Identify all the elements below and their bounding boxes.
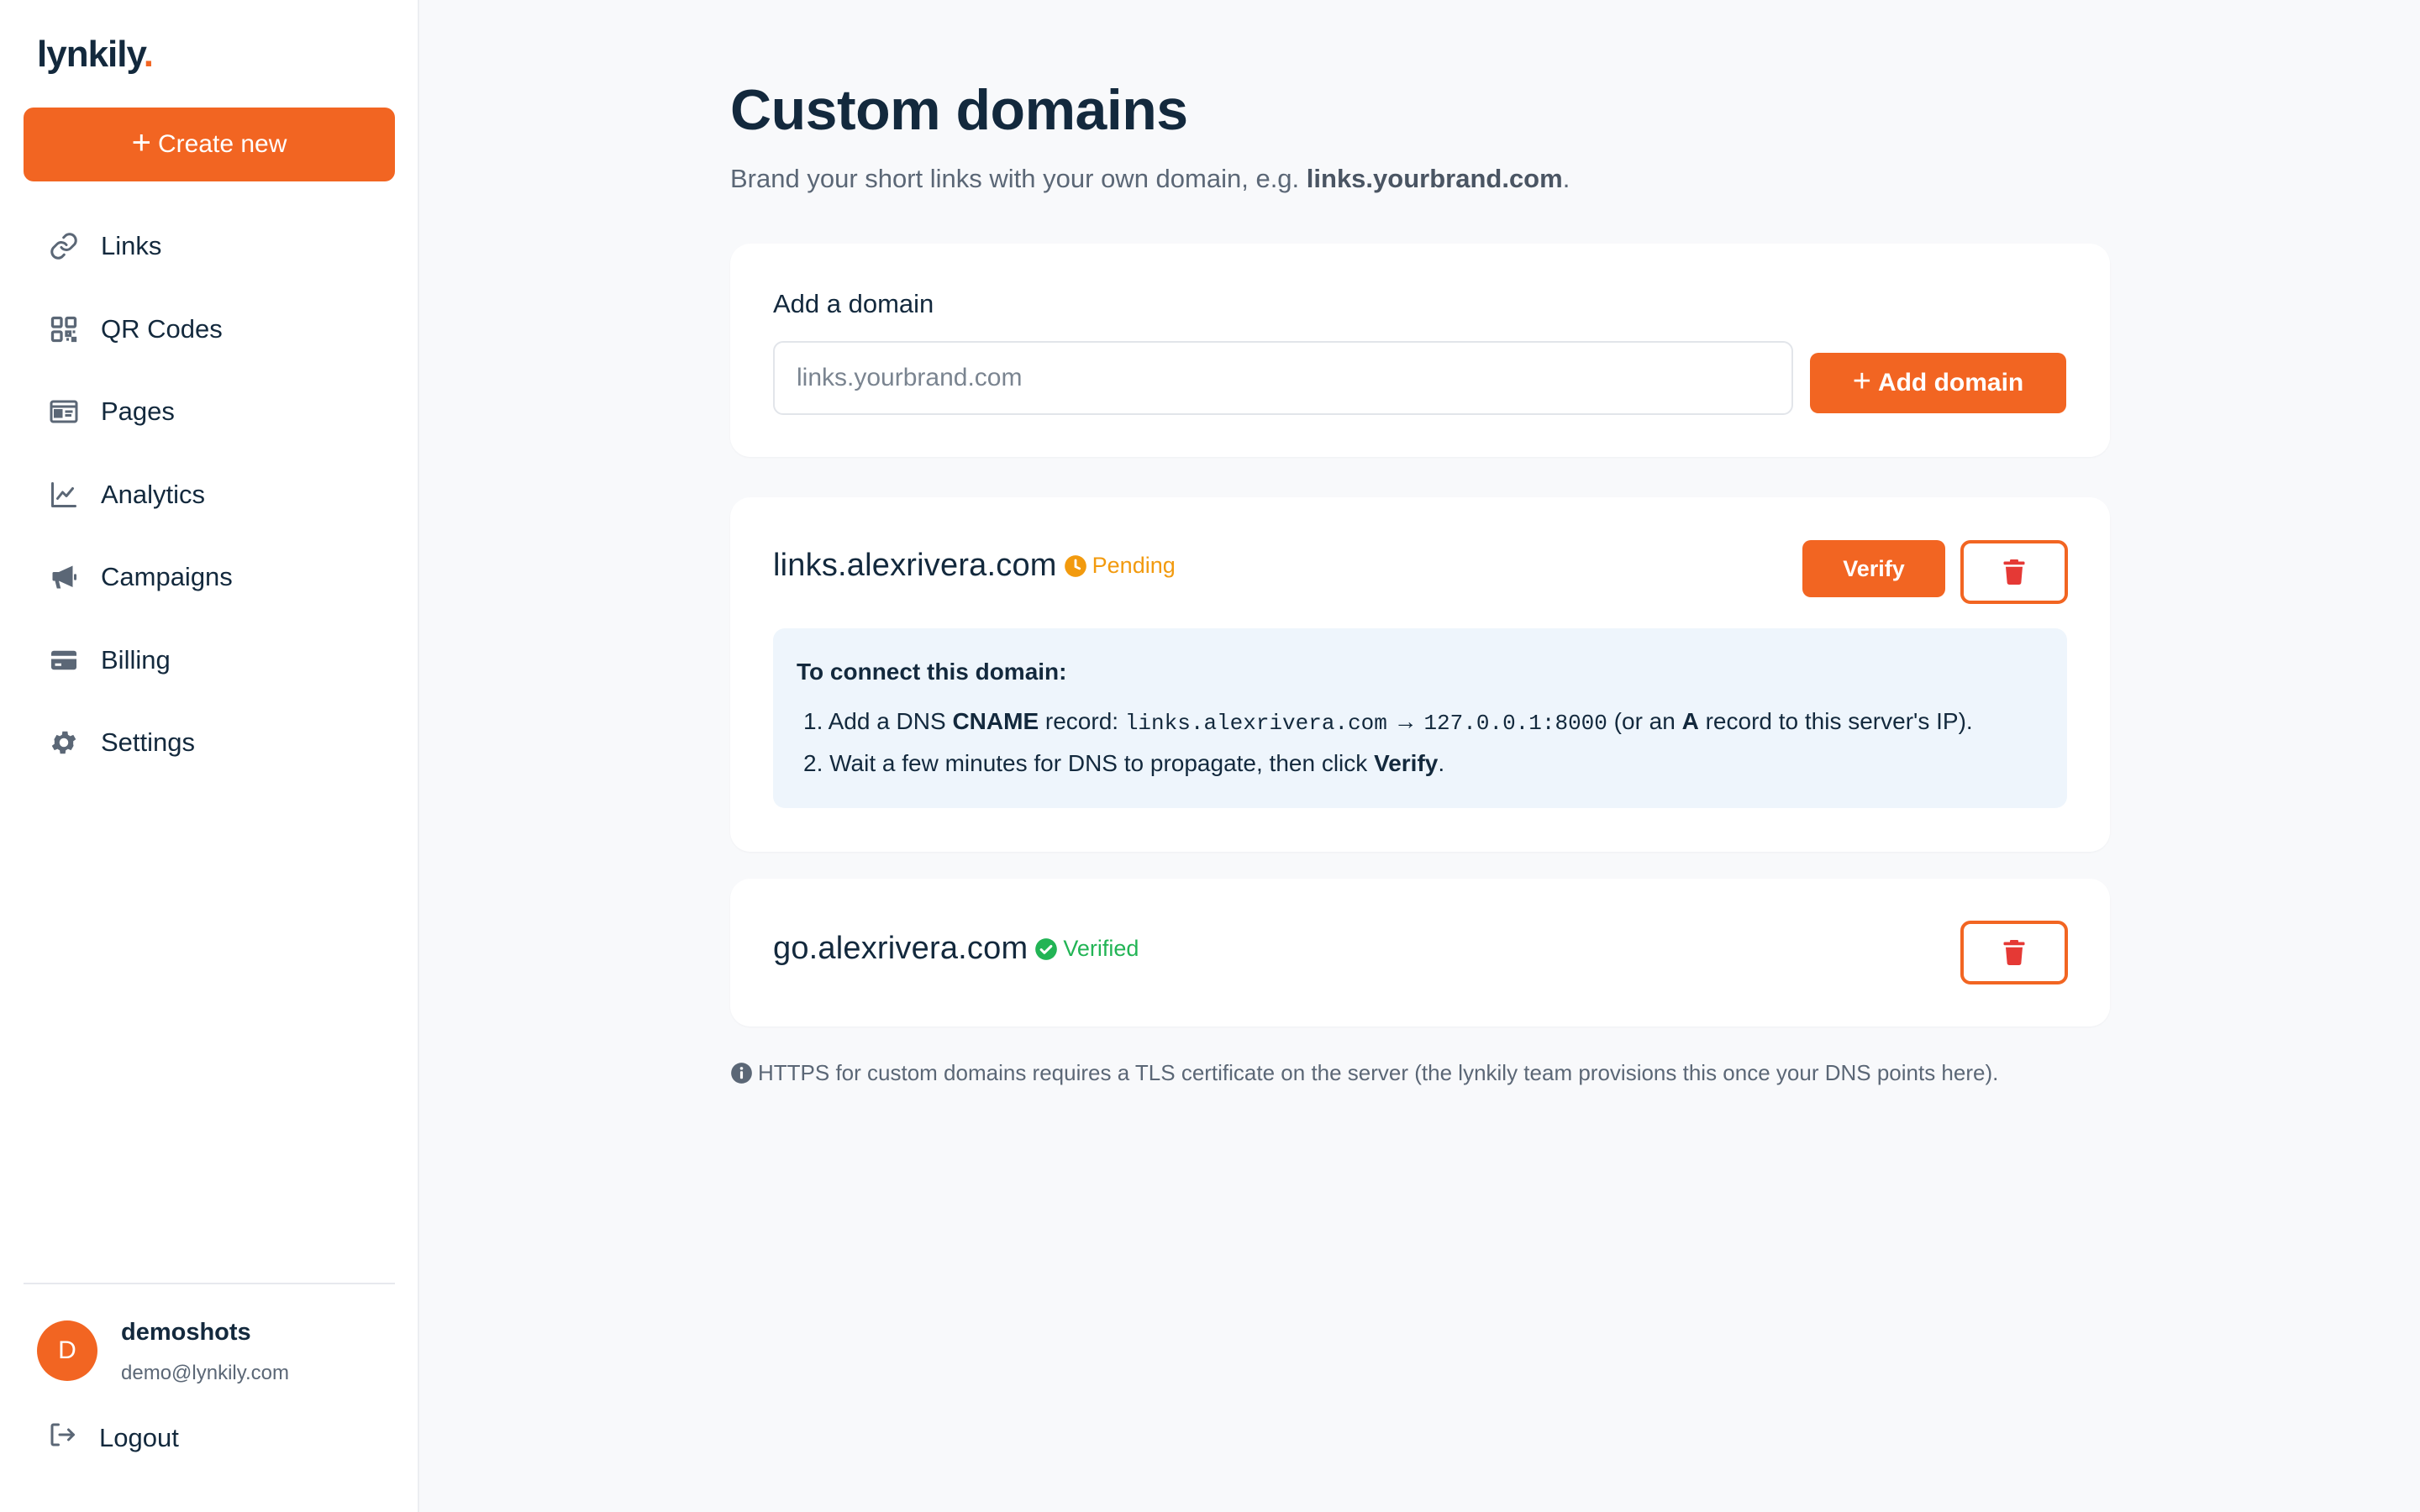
delete-domain-button[interactable] (1960, 921, 2068, 984)
logo-text: lynkily (37, 34, 145, 75)
domain-name: go.alexrivera.com (773, 931, 1028, 966)
step-number: 1. (803, 708, 823, 734)
add-domain-label: Add a domain (773, 289, 934, 318)
check-circle-icon (1035, 937, 1058, 960)
verify-reference: Verify (1374, 750, 1439, 776)
verify-button[interactable]: Verify (1802, 540, 1945, 597)
domain-card-pending: links.alexrivera.com Pending Verify To c… (730, 497, 2110, 852)
credit-card-icon (49, 645, 79, 675)
create-new-button[interactable]: + Create new (24, 108, 395, 181)
sidebar-item-label: Links (101, 231, 162, 261)
https-note: HTTPS for custom domains requires a TLS … (730, 1060, 1998, 1086)
delete-domain-button[interactable] (1960, 540, 2068, 604)
domain-card-verified: go.alexrivera.com Verified (730, 879, 2110, 1026)
instruction-step-2: 2. Wait a few minutes for DNS to propaga… (803, 750, 1444, 777)
status-badge: Verified (1034, 936, 1139, 962)
step-number: 2. (803, 750, 823, 776)
domain-header: go.alexrivera.com Verified (773, 931, 1139, 967)
chart-line-icon (49, 480, 79, 510)
domain-name: links.alexrivera.com (773, 548, 1057, 583)
instructions-title: To connect this domain: (797, 659, 1067, 685)
sidebar-item-label: QR Codes (101, 313, 223, 344)
record-type: CNAME (952, 708, 1039, 734)
https-note-text: HTTPS for custom domains requires a TLS … (758, 1060, 1999, 1085)
sidebar-divider (24, 1283, 395, 1284)
status-badge: Pending (1064, 553, 1176, 579)
logout-button[interactable]: Logout (47, 1420, 179, 1457)
plus-icon: + (131, 124, 151, 161)
instruction-step-1: 1. Add a DNS CNAME record: links.alexriv… (803, 708, 1973, 736)
sidebar-item-label: Pages (101, 396, 175, 427)
sidebar: lynkily. + Create new Links QR Codes Pag… (0, 0, 419, 1512)
sidebar-item-campaigns[interactable]: Campaigns (24, 536, 395, 619)
user-name: demoshots (121, 1319, 251, 1346)
step-text: Add a DNS (828, 708, 953, 734)
trash-icon (2003, 940, 2025, 965)
dns-target: 127.0.0.1:8000 (1423, 711, 1607, 736)
link-icon (49, 231, 79, 261)
avatar: D (37, 1320, 97, 1381)
arrow-right-icon: → (1393, 708, 1418, 734)
subtitle-suffix: . (1562, 164, 1570, 193)
sidebar-item-label: Billing (101, 644, 171, 675)
user-email: demo@lynkily.com (121, 1362, 289, 1384)
clock-icon (1064, 554, 1086, 577)
page-title: Custom domains (730, 78, 1188, 142)
sidebar-item-settings[interactable]: Settings (24, 701, 395, 785)
sidebar-item-analytics[interactable]: Analytics (24, 454, 395, 537)
logo[interactable]: lynkily. (37, 34, 154, 76)
add-domain-button[interactable]: + Add domain (1810, 353, 2066, 413)
record-type: A (1681, 708, 1699, 734)
subtitle-text: Brand your short links with your own dom… (730, 164, 1307, 193)
sidebar-item-label: Settings (101, 727, 196, 758)
sidebar-item-qr-codes[interactable]: QR Codes (24, 288, 395, 371)
trash-icon (2003, 559, 2025, 585)
logo-dot: . (143, 34, 154, 75)
create-new-label: Create new (157, 130, 287, 158)
id-card-icon (49, 396, 79, 427)
sidebar-item-billing[interactable]: Billing (24, 619, 395, 702)
step-text: record: (1039, 708, 1125, 734)
sidebar-item-label: Analytics (101, 479, 206, 509)
sidebar-nav: Links QR Codes Pages Analytics Campaigns (24, 205, 395, 785)
step-text: Wait a few minutes for DNS to propagate,… (829, 750, 1375, 776)
add-domain-button-label: Add domain (1877, 369, 2024, 396)
gear-icon (49, 727, 79, 758)
sidebar-item-links[interactable]: Links (24, 205, 395, 288)
domain-header: links.alexrivera.com Pending (773, 548, 1176, 584)
subtitle-example: links.yourbrand.com (1306, 164, 1563, 193)
step-text: (or an (1607, 708, 1682, 734)
dns-host: links.alexrivera.com (1124, 711, 1387, 736)
user-profile[interactable]: D demoshots demo@lynkily.com (37, 1317, 289, 1385)
status-label: Pending (1092, 553, 1176, 578)
qr-code-icon (49, 314, 79, 344)
status-label: Verified (1063, 936, 1139, 961)
page-subtitle: Brand your short links with your own dom… (730, 164, 1570, 194)
info-icon (731, 1063, 752, 1084)
plus-icon: + (1852, 364, 1871, 399)
dns-instructions: To connect this domain: 1. Add a DNS CNA… (773, 628, 2067, 808)
step-text: . (1438, 750, 1445, 776)
add-domain-card: Add a domain + Add domain (730, 244, 2110, 457)
domain-input[interactable] (773, 341, 1793, 415)
sidebar-item-label: Campaigns (101, 562, 233, 592)
megaphone-icon (49, 562, 79, 592)
step-text: record to this server's IP). (1698, 708, 1973, 734)
logout-label: Logout (99, 1423, 179, 1452)
sidebar-item-pages[interactable]: Pages (24, 370, 395, 454)
logout-icon (47, 1420, 77, 1457)
